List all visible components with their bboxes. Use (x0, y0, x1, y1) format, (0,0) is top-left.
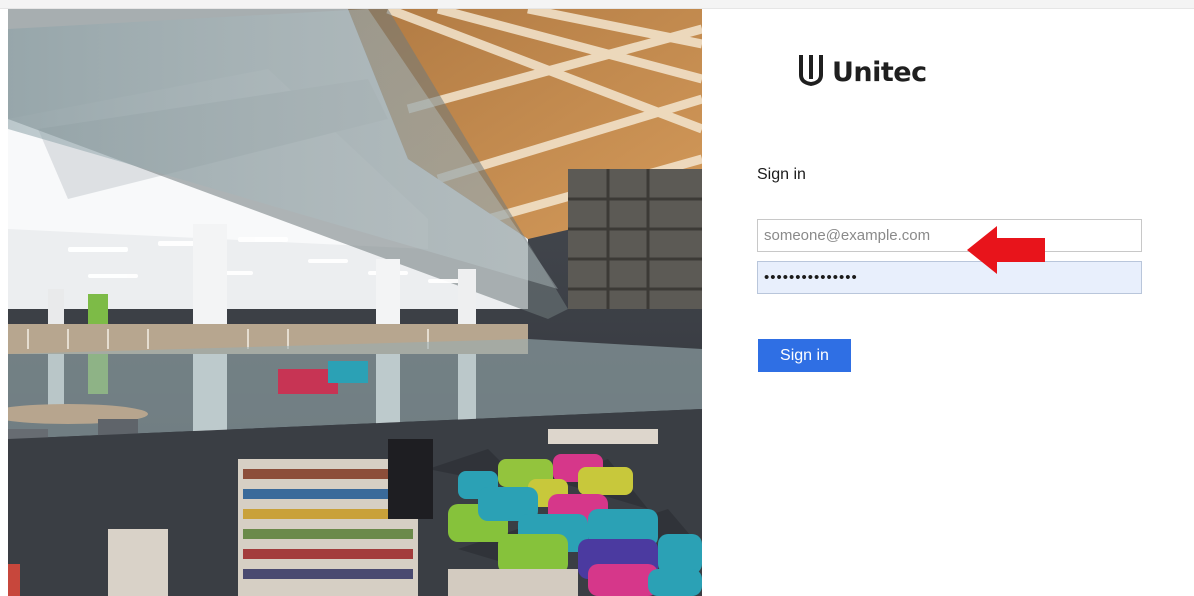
library-interior-photo (8, 9, 702, 596)
sign-in-panel: Unitec Sign in Sign in (703, 9, 1194, 596)
sign-in-page: Unitec Sign in Sign in (0, 0, 1194, 596)
red-arrow-left-icon (967, 224, 1047, 281)
email-input[interactable] (757, 219, 1142, 252)
brand-name: Unitec (832, 57, 927, 88)
sign-in-heading: Sign in (757, 166, 806, 183)
sign-in-button[interactable]: Sign in (758, 339, 851, 372)
password-input[interactable] (757, 261, 1142, 294)
browser-top-edge (0, 0, 1194, 9)
brand-logo: Unitec (796, 53, 927, 92)
unitec-logo-icon (796, 53, 826, 92)
